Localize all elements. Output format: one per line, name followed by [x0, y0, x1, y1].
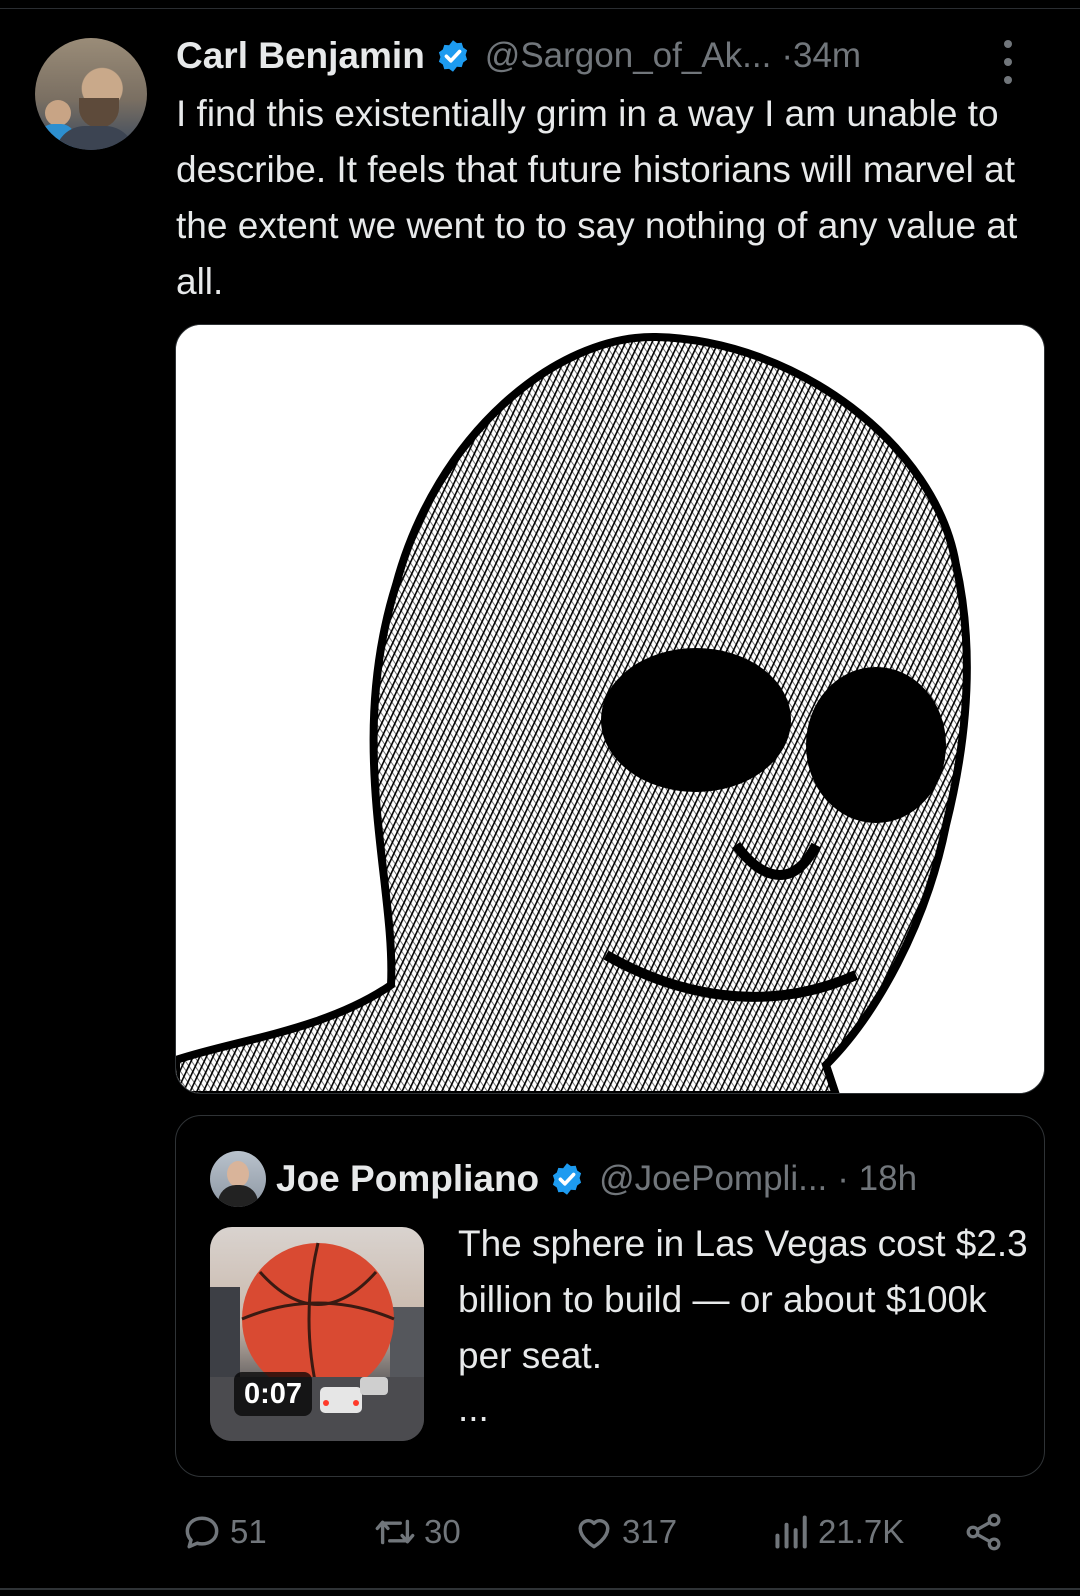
top-divider	[0, 8, 1080, 9]
views-chart-icon	[775, 1515, 807, 1549]
avatar-beard	[79, 98, 119, 128]
repost-count: 30	[424, 1513, 461, 1550]
share-icon	[966, 1513, 1001, 1551]
quoted-tweet-time[interactable]: · 18h	[837, 1159, 917, 1199]
reply-button[interactable]: 51	[180, 1502, 267, 1562]
quoted-tweet-card[interactable]: Joe Pompliano @JoePompli... · 18h 0:07 T…	[175, 1115, 1045, 1477]
verified-badge-icon	[435, 38, 471, 74]
verified-badge-icon	[549, 1161, 585, 1197]
author-avatar[interactable]	[35, 38, 147, 150]
like-count: 317	[622, 1513, 678, 1550]
views-button[interactable]: 21.7K	[772, 1502, 904, 1562]
video-duration: 0:07	[234, 1372, 313, 1416]
tweet-header: Carl Benjamin @Sargon_of_Ak... ·34m	[176, 30, 1056, 82]
reply-count: 51	[230, 1513, 267, 1550]
views-count: 21.7K	[818, 1513, 905, 1550]
quoted-author-name[interactable]: Joe Pompliano	[276, 1158, 539, 1200]
video-thumbnail[interactable]: 0:07	[210, 1227, 424, 1441]
quoted-author-avatar[interactable]	[210, 1151, 266, 1207]
quoted-tweet-header: Joe Pompliano @JoePompli... · 18h	[276, 1152, 917, 1206]
heart-icon	[578, 1519, 610, 1549]
quoted-avatar-body	[218, 1185, 258, 1207]
author-handle[interactable]: @Sargon_of_Ak...	[485, 36, 772, 76]
reply-icon	[185, 1516, 219, 1549]
repost-icon	[375, 1519, 415, 1545]
tweet-image[interactable]	[175, 324, 1045, 1094]
quoted-tweet-ellipsis: ...	[458, 1388, 489, 1429]
more-options-icon[interactable]	[1000, 40, 1016, 84]
wojak-sketch-image	[176, 325, 1044, 1093]
quoted-avatar-face	[227, 1161, 249, 1187]
tweet-text: I find this existentially grim in a way …	[176, 93, 1018, 302]
like-button[interactable]: 317	[572, 1502, 677, 1562]
repost-button[interactable]: 30	[372, 1502, 461, 1562]
tweet-time[interactable]: ·34m	[781, 36, 861, 76]
avatar-child-face	[45, 100, 71, 126]
quoted-tweet-text: The sphere in Las Vegas cost $2.3 billio…	[458, 1223, 1028, 1376]
share-button[interactable]	[962, 1502, 1006, 1562]
bottom-divider	[0, 1588, 1080, 1590]
author-name[interactable]: Carl Benjamin	[176, 35, 425, 77]
tweet-actions: 51 30 317 21.7K	[0, 1502, 1080, 1562]
quoted-author-handle[interactable]: @JoePompli...	[599, 1159, 827, 1199]
